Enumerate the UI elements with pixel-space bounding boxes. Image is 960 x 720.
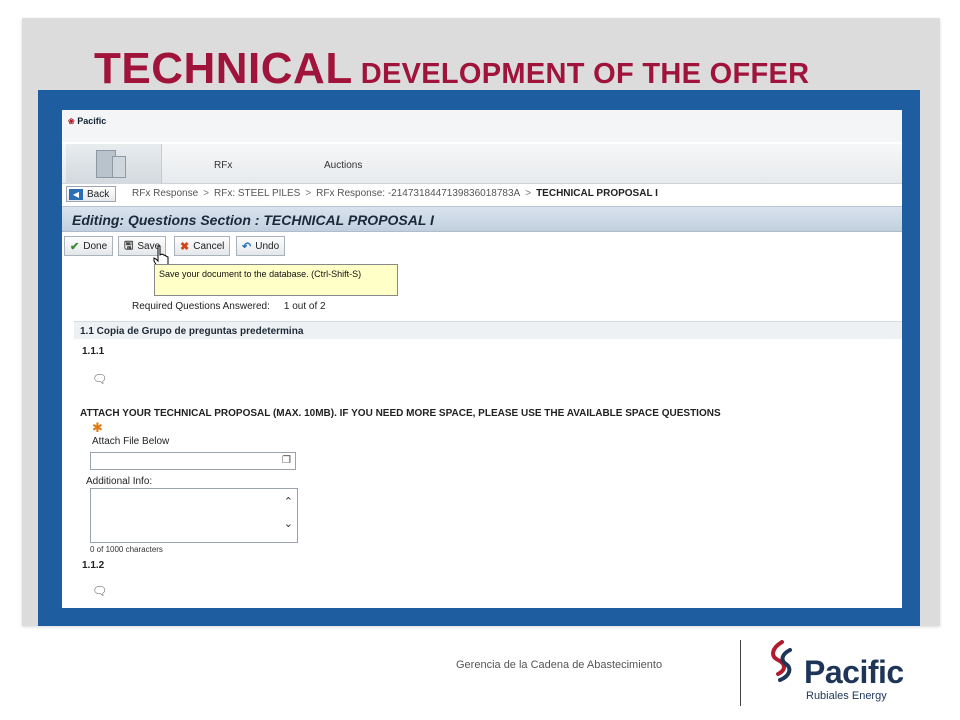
editing-header: Editing: Questions Section : TECHNICAL P… [62,206,902,232]
scroll-up-icon[interactable]: ⌃ [284,495,293,508]
additional-info-label: Additional Info: [86,476,153,487]
undo-button[interactable]: ↶ Undo [236,236,286,256]
pacific-brand-sub: Rubiales Energy [806,690,887,702]
done-label: Done [83,240,108,252]
additional-info-textarea[interactable]: ⌃ ⌄ [90,488,298,543]
footer-department: Gerencia de la Cadena de Abastecimiento [456,659,663,671]
save-tooltip: Save your document to the database. (Ctr… [154,264,398,296]
breadcrumb-rfx-steel-piles[interactable]: RFx: STEEL PILES [214,188,300,199]
comment-bubble-icon[interactable]: 🗨 [92,372,107,386]
attach-question-title: ATTACH YOUR TECHNICAL PROPOSAL (MAX. 10M… [80,408,721,419]
required-questions-answered: Required Questions Answered: 1 out of 2 [132,301,326,312]
breadcrumb-rfx-response-id[interactable]: RFx Response: -2147318447139836018783A [316,188,520,199]
section-title: 1.1 Copia de Grupo de preguntas predeter… [74,321,902,339]
pacific-swirl-icon [771,640,792,682]
breadcrumb: ◀ Back RFx Response > RFx: STEEL PILES > RFx… [62,186,902,204]
cancel-x-icon: ✖ [180,240,190,253]
breadcrumb-rfx-response[interactable]: RFx Response [132,188,198,199]
app-screen: ❀ Pacific RFx Auctions ◀ Back RFx Respon… [62,110,902,608]
character-count: 0 of 1000 characters [90,545,163,554]
nav-bar: RFx Auctions [62,144,902,184]
undo-arrow-icon: ↶ [242,240,252,253]
logo-swirl-icon: ❀ [68,117,75,126]
app-logo: ❀ Pacific [68,116,106,126]
breadcrumb-current: TECHNICAL PROPOSAL I [536,188,658,199]
attach-file-label: Attach File Below [92,436,170,447]
required-star-icon: ✱ [92,420,103,435]
cancel-button[interactable]: ✖ Cancel [174,236,231,256]
pacific-logo: Pacific Rubiales Energy [764,640,924,706]
home-building-icon[interactable] [66,144,162,184]
back-arrow-icon: ◀ [69,188,83,200]
tab-rfx[interactable]: RFx [214,160,232,171]
pacific-brand-name: Pacific [804,654,904,690]
question-number-1: 1.1.1 [82,346,105,357]
required-label: Required Questions Answered: [132,301,270,312]
undo-label: Undo [255,240,280,252]
attach-file-input[interactable]: ❐ [90,452,296,470]
slide-title-small: DEVELOPMENT OF THE OFFER [360,58,810,90]
cancel-label: Cancel [193,240,225,252]
editing-header-title: Editing: Questions Section : TECHNICAL P… [72,212,434,228]
scroll-down-icon[interactable]: ⌄ [284,517,293,530]
footer-divider [740,640,741,706]
done-button[interactable]: ✔ Done [64,236,114,256]
app-logo-text: Pacific [77,116,107,126]
checkmark-icon: ✔ [70,240,80,253]
back-label: Back [87,188,110,200]
question-number-2: 1.1.2 [82,560,105,571]
app-logo-bar: ❀ Pacific [62,110,902,142]
required-value: 1 out of 2 [283,301,326,312]
floppy-disk-icon: 🖫 [124,239,134,252]
toolbar: ✔ Done 🖫 Save ✖ Cancel ↶ Undo [62,234,902,258]
tab-auctions[interactable]: Auctions [324,160,362,171]
back-button[interactable]: ◀ Back [66,186,117,202]
slide-title: TECHNICAL DEVELOPMENT OF THE OFFER [94,44,809,94]
comment-bubble-icon[interactable]: 🗨 [92,584,107,598]
slide-title-big: TECHNICAL [94,44,353,93]
browse-file-icon[interactable]: ❐ [282,455,291,466]
